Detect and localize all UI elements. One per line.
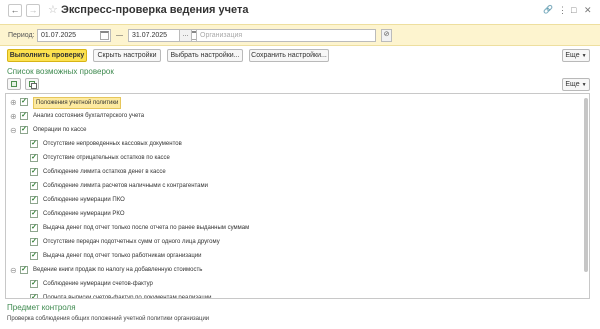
maximize-icon[interactable]: □ xyxy=(571,5,576,15)
check-checkbox[interactable]: ✓ xyxy=(30,252,38,260)
tree-row-label: Анализ состояния бухгалтерского учета xyxy=(33,113,145,119)
tree-row-label: Ведение книги продаж по налогу на добавл… xyxy=(33,267,203,273)
tree-row-label: Соблюдение нумерации ПКО xyxy=(43,197,125,203)
checks-tree[interactable]: ⊕ ✓ Положения учетной политики ⊕ ✓ Анализ сос… xyxy=(5,93,590,299)
save-settings-button[interactable]: Сохранить настройки... xyxy=(249,49,329,62)
organization-field[interactable]: Организация xyxy=(196,29,376,42)
tree-row[interactable]: ✓ Отсутствие передач подотчетных сумм от … xyxy=(6,236,576,250)
tree-row[interactable]: ✓ Соблюдение лимита расчетов наличными с … xyxy=(6,180,576,194)
more-actions-icon[interactable]: ⋮ xyxy=(558,5,567,16)
collapse-icon[interactable]: ⊖ xyxy=(10,266,17,275)
tree-row-label: Выдача денег под отчет только после отче… xyxy=(43,225,250,231)
filter-panel: Период: 01.07.2025 — 31.07.2025 ... Орга… xyxy=(0,24,600,46)
check-checkbox[interactable]: ✓ xyxy=(20,98,28,106)
checks-section-title: Список возможных проверок xyxy=(7,67,114,76)
tree-row[interactable]: ⊕ ✓ Анализ состояния бухгалтерского учета xyxy=(6,110,576,124)
check-checkbox[interactable]: ✓ xyxy=(30,154,38,162)
check-checkbox[interactable]: ✓ xyxy=(30,196,38,204)
calendar-icon[interactable] xyxy=(100,31,109,40)
checks-more-button[interactable]: Еще ▼ xyxy=(562,78,590,91)
check-checkbox[interactable]: ✓ xyxy=(30,280,38,288)
tree-row[interactable]: ✓ Соблюдение нумерации счетов-фактур xyxy=(6,278,576,292)
tree-row-label: Соблюдение нумерации счетов-фактур xyxy=(43,281,153,287)
tree-row[interactable]: ✓ Выдача денег под отчет только после отч… xyxy=(6,222,576,236)
check-checkbox[interactable]: ✓ xyxy=(30,168,38,176)
check-checkbox[interactable]: ✓ xyxy=(30,224,38,232)
period-label: Период: xyxy=(8,32,35,39)
uncheck-all-button[interactable] xyxy=(25,78,39,90)
tree-row-label: Положения учетной политики xyxy=(33,97,122,109)
chevron-down-icon: ▼ xyxy=(581,82,587,88)
tree-row[interactable]: ✓ Отсутствие непроведенных кассовых докум… xyxy=(6,138,576,152)
tree-row[interactable]: ✓ Выдача денег под отчет только работника… xyxy=(6,250,576,264)
date-from-value: 01.07.2025 xyxy=(41,32,77,39)
tree-row-label: Отсутствие отрицательных остатков по кас… xyxy=(43,155,170,161)
tree-row-label: Полнота выписки счетов-фактур по докумен… xyxy=(43,295,212,299)
expand-icon[interactable]: ⊕ xyxy=(10,98,17,107)
check-checkbox[interactable]: ✓ xyxy=(20,266,28,274)
check-all-button[interactable] xyxy=(7,78,21,90)
check-checkbox[interactable]: ✓ xyxy=(30,182,38,190)
tree-row[interactable]: ⊖ ✓ Ведение книги продаж по налогу на доба… xyxy=(6,264,576,278)
collapse-icon[interactable]: ⊖ xyxy=(10,126,17,135)
link-icon[interactable]: 🔗 xyxy=(543,5,553,14)
check-all-icon xyxy=(11,81,17,87)
date-from-field[interactable]: 01.07.2025 xyxy=(37,29,111,42)
tree-row[interactable]: ✓ Соблюдение нумерации ПКО xyxy=(6,194,576,208)
check-checkbox[interactable]: ✓ xyxy=(20,112,28,120)
page-title: Экспресс-проверка ведения учета xyxy=(61,4,249,16)
check-checkbox[interactable]: ✓ xyxy=(30,238,38,246)
period-dash: — xyxy=(116,32,123,39)
tree-row-label: Выдача денег под отчет только работникам… xyxy=(43,253,202,259)
tree-row-label: Отсутствие передач подотчетных сумм от о… xyxy=(43,239,220,245)
subject-text: Проверка соблюдения общих положений учет… xyxy=(7,316,210,322)
favorite-star-icon[interactable]: ☆ xyxy=(48,3,58,16)
tree-row-label: Отсутствие непроведенных кассовых докуме… xyxy=(43,141,182,147)
run-check-button[interactable]: Выполнить проверку xyxy=(7,49,87,62)
scrollbar[interactable] xyxy=(584,98,588,272)
tree-row[interactable]: ✓ Соблюдение лимита остатков денег в касс… xyxy=(6,166,576,180)
back-button[interactable]: ← xyxy=(8,4,22,17)
more-label: Еще xyxy=(565,81,580,88)
tree-row[interactable]: ⊕ ✓ Положения учетной политики xyxy=(6,96,576,110)
expand-icon[interactable]: ⊕ xyxy=(10,112,17,121)
check-checkbox[interactable]: ✓ xyxy=(30,140,38,148)
tree-row[interactable]: ✓ Отсутствие отрицательных остатков по ка… xyxy=(6,152,576,166)
title-bar: ← → ☆ Экспресс-проверка ведения учета 🔗 … xyxy=(0,0,600,22)
choose-settings-button[interactable]: Выбрать настройки... xyxy=(167,49,243,62)
check-checkbox[interactable]: ✓ xyxy=(30,210,38,218)
tree-row[interactable]: ⊖ ✓ Операции по кассе xyxy=(6,124,576,138)
chevron-down-icon: ▼ xyxy=(581,53,587,59)
tree-row-label: Операции по кассе xyxy=(33,127,87,133)
forward-button[interactable]: → xyxy=(26,4,40,17)
tree-row[interactable]: ✓ Полнота выписки счетов-фактур по докуме… xyxy=(6,292,576,299)
date-to-value: 31.07.2025 xyxy=(132,32,168,39)
tree-row-label: Соблюдение нумерации РКО xyxy=(43,211,125,217)
subject-title: Предмет контроля xyxy=(7,303,76,312)
check-checkbox[interactable]: ✓ xyxy=(30,294,38,298)
choose-period-button[interactable]: ... xyxy=(179,29,192,42)
clear-organization-icon[interactable]: ⊘ xyxy=(381,29,392,42)
more-button[interactable]: Еще ▼ xyxy=(562,49,590,62)
more-label: Еще xyxy=(565,52,580,59)
close-icon[interactable]: ✕ xyxy=(584,5,592,16)
hide-settings-button[interactable]: Скрыть настройки xyxy=(93,49,161,62)
tree-row-label: Соблюдение лимита остатков денег в кассе xyxy=(43,169,166,175)
tree-row-label: Соблюдение лимита расчетов наличными с к… xyxy=(43,183,208,189)
tree-row[interactable]: ✓ Соблюдение нумерации РКО xyxy=(6,208,576,222)
check-checkbox[interactable]: ✓ xyxy=(20,126,28,134)
